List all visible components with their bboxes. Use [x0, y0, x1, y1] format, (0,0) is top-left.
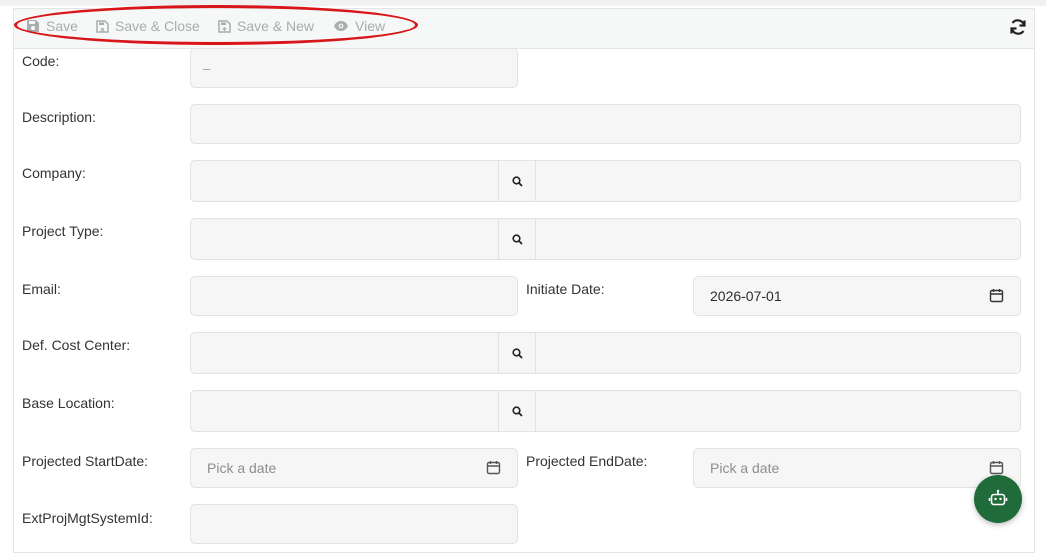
calendar-icon[interactable] — [989, 460, 1004, 475]
save-button[interactable]: Save — [26, 9, 78, 43]
search-icon — [511, 233, 523, 245]
save-close-icon — [96, 19, 109, 33]
search-icon — [511, 175, 523, 187]
projected-end-label: Projected EndDate: — [526, 453, 648, 469]
cost-center-code-field[interactable] — [190, 332, 499, 374]
projected-end-placeholder: Pick a date — [710, 460, 780, 476]
code-value: – — [203, 60, 211, 76]
base-location-label: Base Location: — [22, 395, 115, 411]
calendar-icon[interactable] — [989, 288, 1004, 303]
cost-center-search-button[interactable] — [498, 332, 536, 374]
save-new-icon — [218, 19, 231, 33]
project-type-search-button[interactable] — [498, 218, 536, 260]
base-location-name-field[interactable] — [535, 390, 1021, 432]
projected-start-placeholder: Pick a date — [207, 460, 277, 476]
view-label: View — [355, 18, 386, 34]
cost-center-name-field[interactable] — [535, 332, 1021, 374]
top-strip — [0, 0, 1046, 6]
company-code-field[interactable] — [190, 160, 499, 202]
save-label: Save — [46, 18, 78, 34]
cost-center-label: Def. Cost Center: — [22, 337, 131, 353]
refresh-icon — [1010, 19, 1026, 35]
floppy-disk-icon — [27, 20, 39, 32]
search-icon — [511, 405, 523, 417]
code-label: Code: — [22, 53, 60, 69]
email-field[interactable] — [190, 276, 518, 316]
search-icon — [511, 347, 523, 359]
base-location-search-button[interactable] — [498, 390, 536, 432]
save-close-label: Save & Close — [115, 18, 200, 34]
view-button[interactable]: View — [333, 9, 385, 43]
initiate-date-value: 2026-07-01 — [710, 288, 782, 304]
chatbot-button[interactable] — [974, 475, 1022, 523]
code-field[interactable]: – — [190, 48, 518, 88]
project-type-code-field[interactable] — [190, 218, 499, 260]
projected-end-field[interactable]: Pick a date — [693, 448, 1021, 488]
projected-start-field[interactable]: Pick a date — [190, 448, 518, 488]
initiate-date-label: Initiate Date: — [526, 281, 605, 297]
project-type-name-field[interactable] — [535, 218, 1021, 260]
base-location-lookup — [190, 390, 1021, 432]
robot-icon — [988, 489, 1008, 506]
calendar-icon[interactable] — [486, 460, 501, 475]
company-label: Company: — [22, 165, 86, 181]
refresh-button[interactable] — [1008, 17, 1028, 37]
description-label: Description: — [22, 109, 96, 125]
company-search-button[interactable] — [498, 160, 536, 202]
toolbar: Save Save & Close Save & New View — [14, 9, 1034, 49]
description-field[interactable] — [190, 104, 1021, 144]
email-label: Email: — [22, 281, 61, 297]
projected-start-label: Projected StartDate: — [22, 453, 149, 469]
initiate-date-field[interactable]: 2026-07-01 — [693, 276, 1021, 316]
save-close-button[interactable]: Save & Close — [96, 9, 200, 43]
save-new-button[interactable]: Save & New — [218, 9, 314, 43]
ext-proj-label: ExtProjMgtSystemId: — [22, 510, 153, 526]
eye-icon — [334, 21, 348, 31]
project-type-label: Project Type: — [22, 223, 104, 239]
save-new-label: Save & New — [237, 18, 315, 34]
ext-proj-field[interactable] — [190, 504, 518, 544]
company-lookup — [190, 160, 1021, 202]
project-type-lookup — [190, 218, 1021, 260]
cost-center-lookup — [190, 332, 1021, 374]
company-name-field[interactable] — [535, 160, 1021, 202]
base-location-code-field[interactable] — [190, 390, 499, 432]
